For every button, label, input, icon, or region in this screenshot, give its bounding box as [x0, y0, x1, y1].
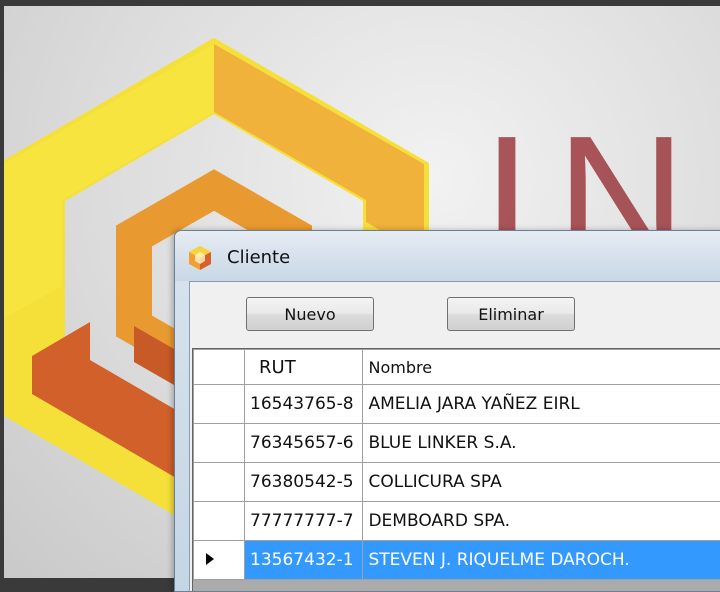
clientes-table: RUT Nombre 16543765-8 AMELIA JARA YAÑEZ … [193, 349, 720, 580]
nuevo-button[interactable]: Nuevo [246, 297, 374, 331]
row-header[interactable] [194, 502, 245, 541]
cell-nombre[interactable]: AMELIA JARA YAÑEZ EIRL [363, 385, 720, 424]
table-row-selected[interactable]: 13567432-1 STEVEN J. RIQUELME DAROCH. [194, 541, 720, 580]
cell-rut[interactable]: 77777777-7 [245, 502, 363, 541]
column-header-rut[interactable]: RUT [245, 350, 363, 385]
cell-rut[interactable]: 16543765-8 [245, 385, 363, 424]
window-titlebar[interactable]: Cliente [175, 231, 720, 281]
cliente-window: Cliente Nuevo Eliminar RUT Nombre 165437… [174, 230, 720, 592]
column-header-nombre[interactable]: Nombre [363, 350, 720, 385]
clientes-grid[interactable]: RUT Nombre 16543765-8 AMELIA JARA YAÑEZ … [192, 348, 720, 591]
row-header[interactable] [194, 541, 245, 580]
table-row[interactable]: 77777777-7 DEMBOARD SPA. [194, 502, 720, 541]
table-row[interactable]: 76345657-6 BLUE LINKER S.A. [194, 424, 720, 463]
table-row[interactable]: 16543765-8 AMELIA JARA YAÑEZ EIRL [194, 385, 720, 424]
table-row[interactable]: 76380542-5 COLLICURA SPA [194, 463, 720, 502]
current-row-arrow-icon [206, 553, 214, 565]
row-header[interactable] [194, 424, 245, 463]
window-client-area: Nuevo Eliminar RUT Nombre 16543765-8 AME… [189, 281, 720, 591]
cell-nombre[interactable]: STEVEN J. RIQUELME DAROCH. [363, 541, 720, 580]
window-title: Cliente [227, 247, 290, 268]
eliminar-button[interactable]: Eliminar [447, 297, 575, 331]
cell-rut[interactable]: 76380542-5 [245, 463, 363, 502]
row-header[interactable] [194, 385, 245, 424]
app-hexagon-icon [187, 245, 213, 271]
cell-nombre[interactable]: DEMBOARD SPA. [363, 502, 720, 541]
grid-corner-header[interactable] [194, 350, 245, 385]
grid-header-row: RUT Nombre [194, 350, 720, 385]
cell-nombre[interactable]: BLUE LINKER S.A. [363, 424, 720, 463]
row-header[interactable] [194, 463, 245, 502]
cell-rut[interactable]: 13567432-1 [245, 541, 363, 580]
cell-nombre[interactable]: COLLICURA SPA [363, 463, 720, 502]
cell-rut[interactable]: 76345657-6 [245, 424, 363, 463]
